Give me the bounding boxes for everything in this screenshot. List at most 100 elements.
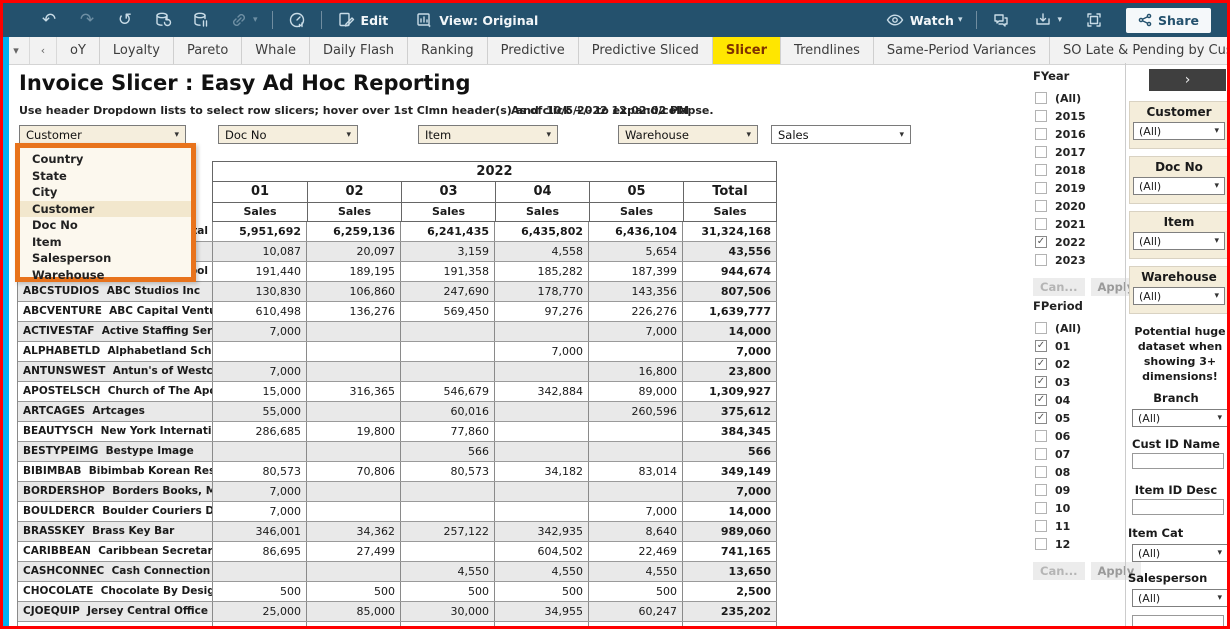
- row-label[interactable]: BESTYPEIMG Bestype Image: [18, 442, 213, 461]
- value-cell[interactable]: 316,365: [307, 382, 401, 401]
- value-cell[interactable]: [589, 482, 683, 501]
- value-cell[interactable]: 15,000: [213, 382, 307, 401]
- checkbox-icon[interactable]: [1035, 92, 1047, 104]
- value-cell[interactable]: [307, 342, 401, 361]
- menu-item-salesperson[interactable]: Salesperson: [20, 250, 191, 267]
- value-cell[interactable]: 130,830: [213, 282, 307, 301]
- measure-dropdown[interactable]: Sales ▾: [771, 125, 911, 144]
- fyear-option-2019[interactable]: 2019: [1031, 179, 1123, 197]
- value-cell[interactable]: 7,000: [213, 362, 307, 381]
- value-cell[interactable]: 136,276: [307, 302, 401, 321]
- value-cell[interactable]: [495, 442, 589, 461]
- value-cell[interactable]: [495, 322, 589, 341]
- fyear-cancel-button[interactable]: Can...: [1033, 278, 1085, 296]
- value-cell[interactable]: 4,550: [401, 562, 495, 581]
- checkbox-icon[interactable]: [1035, 164, 1047, 176]
- fyear-option-2017[interactable]: 2017: [1031, 143, 1123, 161]
- value-cell[interactable]: 14,000: [683, 322, 777, 341]
- value-cell[interactable]: [401, 362, 495, 381]
- metrics-icon[interactable]: [287, 10, 307, 30]
- value-cell[interactable]: 191,440: [213, 262, 307, 281]
- tab-ranking[interactable]: Ranking: [408, 37, 488, 64]
- fyear-option-2018[interactable]: 2018: [1031, 161, 1123, 179]
- value-cell[interactable]: [589, 442, 683, 461]
- row-slicer-1-dropdown[interactable]: Customer ▾: [19, 125, 186, 144]
- tab-same-period-variances[interactable]: Same-Period Variances: [874, 37, 1050, 64]
- value-cell[interactable]: 22,469: [589, 542, 683, 561]
- checkbox-icon[interactable]: [1035, 484, 1047, 496]
- value-cell[interactable]: 14,000: [683, 502, 777, 521]
- column-header-02[interactable]: 02: [307, 182, 401, 202]
- link-button[interactable]: ▾: [229, 10, 258, 30]
- value-cell[interactable]: 226,276: [589, 302, 683, 321]
- measure-header-03[interactable]: Sales: [401, 203, 495, 221]
- measure-header-total[interactable]: Sales: [683, 203, 776, 221]
- column-header-03[interactable]: 03: [401, 182, 495, 202]
- value-cell[interactable]: [307, 442, 401, 461]
- row-label[interactable]: CONSTPLAZA Plaza Construction: [18, 622, 213, 626]
- value-cell[interactable]: [213, 562, 307, 581]
- value-cell[interactable]: 3,159: [401, 242, 495, 261]
- value-cell[interactable]: 1,639,777: [683, 302, 777, 321]
- row-label[interactable]: CJOEQUIP Jersey Central Office Eq..: [18, 602, 213, 621]
- fperiod-option-12[interactable]: 12: [1031, 535, 1123, 553]
- value-cell[interactable]: 13,650: [683, 562, 777, 581]
- value-cell[interactable]: [495, 422, 589, 441]
- value-cell[interactable]: 346,001: [213, 522, 307, 541]
- value-cell[interactable]: 143,356: [589, 282, 683, 301]
- value-cell[interactable]: 80,573: [401, 462, 495, 481]
- tab-predictive[interactable]: Predictive: [488, 37, 579, 64]
- menu-item-doc-no[interactable]: Doc No: [20, 217, 191, 234]
- value-cell[interactable]: 43,556: [683, 242, 777, 261]
- row-label[interactable]: ALPHABETLD Alphabetland School ..: [18, 342, 213, 361]
- row-slicer-3-dropdown[interactable]: Item ▾: [418, 125, 558, 144]
- value-cell[interactable]: 7,000: [589, 502, 683, 521]
- refresh-data-icon[interactable]: [153, 10, 173, 30]
- value-cell[interactable]: 260,596: [589, 402, 683, 421]
- value-cell[interactable]: 38,006: [495, 622, 589, 626]
- value-cell[interactable]: 342,935: [495, 522, 589, 541]
- value-cell[interactable]: [307, 322, 401, 341]
- value-cell[interactable]: 34,182: [495, 462, 589, 481]
- row-label[interactable]: APOSTELSCH Church of The Apostl..: [18, 382, 213, 401]
- checkbox-icon[interactable]: ✓: [1035, 340, 1047, 352]
- row-label[interactable]: CASHCONNEC Cash Connection: [18, 562, 213, 581]
- menu-item-city[interactable]: City: [20, 184, 191, 201]
- value-cell[interactable]: [307, 562, 401, 581]
- fperiod-option-04[interactable]: ✓04: [1031, 391, 1123, 409]
- fperiod-option-11[interactable]: 11: [1031, 517, 1123, 535]
- row-label[interactable]: BRASSKEY Brass Key Bar: [18, 522, 213, 541]
- value-cell[interactable]: 85,000: [307, 602, 401, 621]
- checkbox-icon[interactable]: ✓: [1035, 236, 1047, 248]
- row-slicer-2-dropdown[interactable]: Doc No ▾: [218, 125, 358, 144]
- collapse-panel-button[interactable]: ›: [1149, 69, 1226, 91]
- value-cell[interactable]: 566: [683, 442, 777, 461]
- column-header-04[interactable]: 04: [495, 182, 589, 202]
- value-cell[interactable]: 60,016: [401, 402, 495, 421]
- checkbox-icon[interactable]: [1035, 466, 1047, 478]
- value-cell[interactable]: [401, 502, 495, 521]
- value-cell[interactable]: 257,122: [401, 522, 495, 541]
- fperiod-option-10[interactable]: 10: [1031, 499, 1123, 517]
- value-cell[interactable]: 384,345: [683, 422, 777, 441]
- value-cell[interactable]: 7,000: [683, 342, 777, 361]
- branch-filter-dropdown[interactable]: (All) ▾: [1132, 409, 1228, 427]
- fyear-option-2022[interactable]: ✓2022: [1031, 233, 1123, 251]
- value-cell[interactable]: [401, 342, 495, 361]
- value-cell[interactable]: 10,087: [213, 242, 307, 261]
- column-header-01[interactable]: 01: [213, 182, 307, 202]
- value-cell[interactable]: 500: [307, 582, 401, 601]
- year-header[interactable]: 2022: [213, 162, 776, 182]
- value-cell[interactable]: 15,170: [589, 622, 683, 626]
- value-cell[interactable]: 7,000: [589, 322, 683, 341]
- row-label[interactable]: CARIBBEAN Caribbean Secretary O..: [18, 542, 213, 561]
- value-cell[interactable]: 5,951,692: [213, 222, 307, 241]
- value-cell[interactable]: 30,000: [401, 602, 495, 621]
- value-cell[interactable]: 349,149: [683, 462, 777, 481]
- column-header-total[interactable]: Total: [683, 182, 776, 202]
- menu-item-customer[interactable]: Customer: [20, 201, 191, 218]
- measure-header-04[interactable]: Sales: [495, 203, 589, 221]
- checkbox-icon[interactable]: ✓: [1035, 412, 1047, 424]
- fperiod-option-07[interactable]: 07: [1031, 445, 1123, 463]
- checkbox-icon[interactable]: [1035, 218, 1047, 230]
